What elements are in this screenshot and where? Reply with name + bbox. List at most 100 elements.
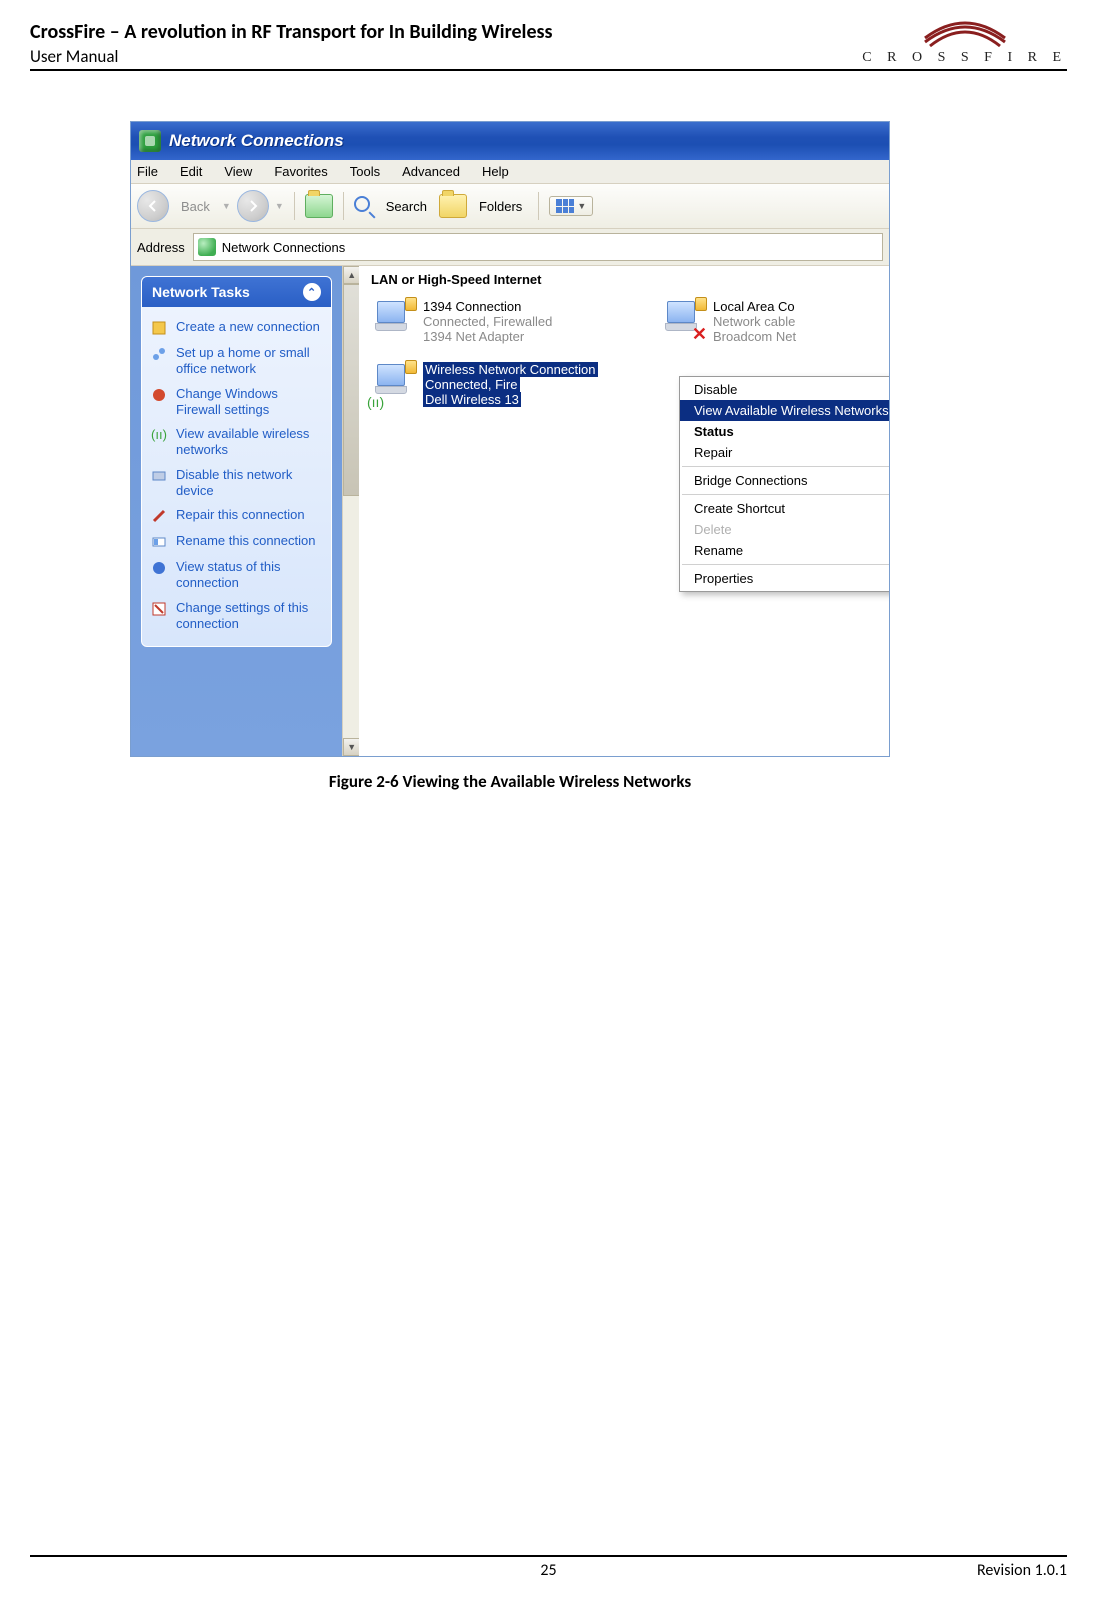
connection-1394[interactable]: 1394 Connection Connected, Firewalled 13… <box>369 299 599 344</box>
scroll-up-button[interactable]: ▲ <box>343 266 361 284</box>
connection-name: Local Area Co <box>713 299 796 314</box>
folders-icon <box>439 194 467 218</box>
window-titlebar[interactable]: Network Connections <box>131 122 889 160</box>
task-item-label: View available wireless networks <box>176 426 323 459</box>
task-item-6[interactable]: Rename this connection <box>148 529 325 555</box>
connection-device: 1394 Net Adapter <box>423 329 552 344</box>
scroll-down-button[interactable]: ▼ <box>343 738 361 756</box>
address-input[interactable]: Network Connections <box>193 233 883 261</box>
task-item-5[interactable]: Repair this connection <box>148 503 325 529</box>
context-menu-item[interactable]: Properties <box>680 568 890 589</box>
task-item-4[interactable]: Disable this network device <box>148 463 325 504</box>
collapse-chevron-icon[interactable]: ⌃ <box>303 283 321 301</box>
toolbar-separator <box>538 192 539 220</box>
connection-name: Wireless Network Connection <box>423 362 598 377</box>
connection-icon: ✕ <box>659 299 705 343</box>
context-menu-item[interactable]: Bridge Connections <box>680 470 890 491</box>
address-value: Network Connections <box>222 240 346 255</box>
forward-dropdown-icon[interactable]: ▼ <box>275 201 284 211</box>
document-header: CrossFire – A revolution in RF Transport… <box>30 20 1067 71</box>
connection-device: Broadcom Net <box>713 329 796 344</box>
menu-file[interactable]: File <box>137 164 158 179</box>
up-folder-icon[interactable] <box>305 194 333 218</box>
page-number: 25 <box>30 1561 1067 1580</box>
status-icon <box>150 559 168 577</box>
window-title-text: Network Connections <box>169 131 344 151</box>
disable-device-icon <box>150 467 168 485</box>
task-item-label: Change Windows Firewall settings <box>176 386 323 419</box>
context-menu-item[interactable]: Rename <box>680 540 890 561</box>
new-connection-icon <box>150 319 168 337</box>
network-connections-window: Network Connections File Edit View Favor… <box>130 121 890 757</box>
views-button[interactable]: ▼ <box>549 196 593 216</box>
task-item-label: Change settings of this connection <box>176 600 323 633</box>
menu-help[interactable]: Help <box>482 164 509 179</box>
small-network-icon <box>150 345 168 363</box>
menu-view[interactable]: View <box>224 164 252 179</box>
connection-status: Connected, Fire <box>423 377 598 392</box>
connection-lan[interactable]: ✕ Local Area Co Network cable Broadcom N… <box>659 299 889 344</box>
crossfire-swoosh-icon <box>920 14 1010 48</box>
network-tasks-header[interactable]: Network Tasks ⌃ <box>142 277 331 307</box>
brand-text: C R O S S F I R E <box>862 50 1067 66</box>
task-item-1[interactable]: Set up a home or small office network <box>148 341 325 382</box>
task-item-label: Create a new connection <box>176 319 320 335</box>
connection-wireless[interactable]: (ıı) Wireless Network Connection Connect… <box>369 362 669 407</box>
context-menu-item[interactable]: Repair <box>680 442 890 463</box>
toolbar-separator <box>343 192 344 220</box>
context-menu-separator <box>682 494 890 495</box>
context-menu: DisableView Available Wireless NetworksS… <box>679 376 890 592</box>
brand-logo: C R O S S F I R E <box>862 14 1067 66</box>
connection-icon: (ıı) <box>369 362 415 406</box>
address-bar: Address Network Connections <box>131 229 889 266</box>
repair-icon <box>150 507 168 525</box>
forward-button[interactable] <box>237 190 269 222</box>
views-icon <box>556 199 574 213</box>
task-item-0[interactable]: Create a new connection <box>148 315 325 341</box>
section-header: LAN or High-Speed Internet <box>371 272 889 287</box>
menu-edit[interactable]: Edit <box>180 164 202 179</box>
menu-advanced[interactable]: Advanced <box>402 164 460 179</box>
task-item-3[interactable]: (ıı) View available wireless networks <box>148 422 325 463</box>
address-label: Address <box>137 240 185 255</box>
task-item-8[interactable]: Change settings of this connection <box>148 596 325 637</box>
task-item-label: Disable this network device <box>176 467 323 500</box>
task-item-label: Repair this connection <box>176 507 305 523</box>
context-menu-item[interactable]: Create Shortcut <box>680 498 890 519</box>
task-item-2[interactable]: Change Windows Firewall settings <box>148 382 325 423</box>
menu-favorites[interactable]: Favorites <box>274 164 327 179</box>
menu-tools[interactable]: Tools <box>350 164 380 179</box>
connection-icon <box>369 299 415 343</box>
search-button[interactable]: Search <box>380 197 433 216</box>
wireless-signal-icon: (ıı) <box>150 426 168 444</box>
network-tasks-panel: Network Tasks ⌃ Create a new connection S… <box>141 276 332 647</box>
content-pane: LAN or High-Speed Internet 1394 Connecti… <box>359 266 889 756</box>
connection-status: Connected, Firewalled <box>423 314 552 329</box>
context-menu-separator <box>682 564 890 565</box>
context-menu-item[interactable]: View Available Wireless Networks <box>680 400 890 421</box>
network-places-icon <box>198 238 216 256</box>
menubar: File Edit View Favorites Tools Advanced … <box>131 160 889 184</box>
back-button[interactable] <box>137 190 169 222</box>
settings-icon <box>150 600 168 618</box>
scroll-thumb[interactable] <box>343 284 361 496</box>
context-menu-item[interactable]: Disable <box>680 379 890 400</box>
figure-caption: Figure 2-6 Viewing the Available Wireles… <box>130 771 890 792</box>
sidebar-scrollbar[interactable]: ▲ ▼ <box>342 266 359 756</box>
toolbar: Back ▼ ▼ Search Folders ▼ <box>131 184 889 229</box>
task-item-label: View status of this connection <box>176 559 323 592</box>
back-dropdown-icon[interactable]: ▼ <box>222 201 231 211</box>
firewall-icon <box>150 386 168 404</box>
task-item-7[interactable]: View status of this connection <box>148 555 325 596</box>
task-item-label: Rename this connection <box>176 533 315 549</box>
context-menu-item[interactable]: Status <box>680 421 890 442</box>
context-menu-separator <box>682 466 890 467</box>
connection-name: 1394 Connection <box>423 299 552 314</box>
connection-device: Dell Wireless 13 <box>423 392 598 407</box>
rename-icon <box>150 533 168 551</box>
back-label: Back <box>175 197 216 216</box>
context-menu-item: Delete <box>680 519 890 540</box>
connection-status: Network cable <box>713 314 796 329</box>
folders-button[interactable]: Folders <box>473 197 528 216</box>
search-icon <box>354 196 374 216</box>
